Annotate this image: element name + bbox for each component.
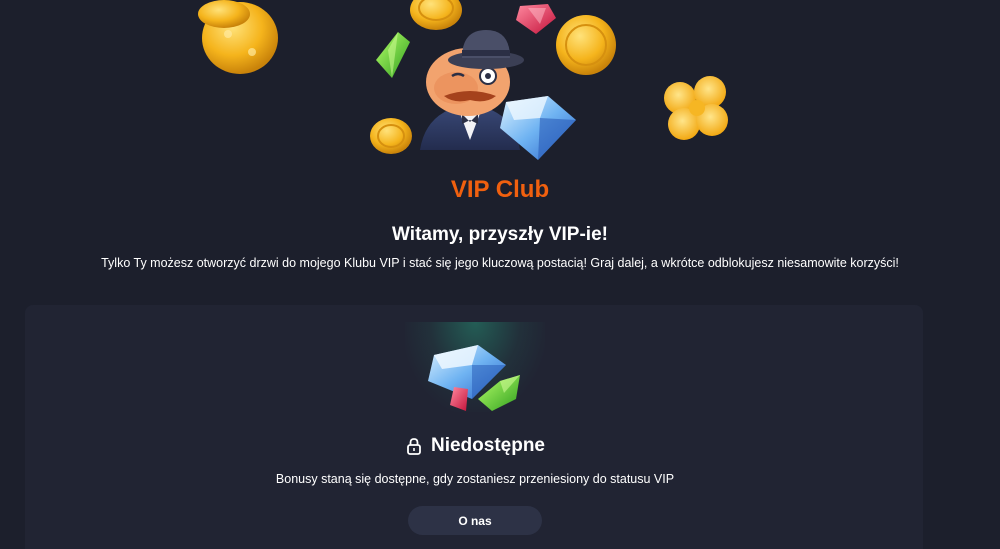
bonus-info-text: Bonusy staną się dostępne, gdy zostanies… [275, 472, 675, 486]
clover-icon [664, 76, 728, 140]
coin-icon [370, 118, 412, 154]
welcome-description: Tylko Ty możesz otworzyć drzwi do mojego… [101, 256, 899, 270]
diamond-icon [500, 96, 576, 160]
lock-icon [405, 437, 423, 455]
coin-icon [198, 0, 278, 74]
coin-icon [410, 0, 462, 30]
gem-icon [516, 4, 556, 34]
page-title: VIP Club [450, 176, 550, 203]
coin-icon [556, 15, 616, 75]
gem-icon [376, 32, 410, 78]
gems-illustration [420, 335, 530, 420]
status-row: Niedostępne [0, 435, 950, 457]
status-label: Niedostępne [430, 435, 546, 456]
vip-mascot-illustration [0, 0, 1000, 170]
welcome-heading: Witamy, przyszły VIP-ie! [392, 224, 608, 245]
vip-club-page: VIP Club Witamy, przyszły VIP-ie! Tylko … [0, 0, 1000, 549]
about-button[interactable]: O nas [408, 506, 542, 535]
